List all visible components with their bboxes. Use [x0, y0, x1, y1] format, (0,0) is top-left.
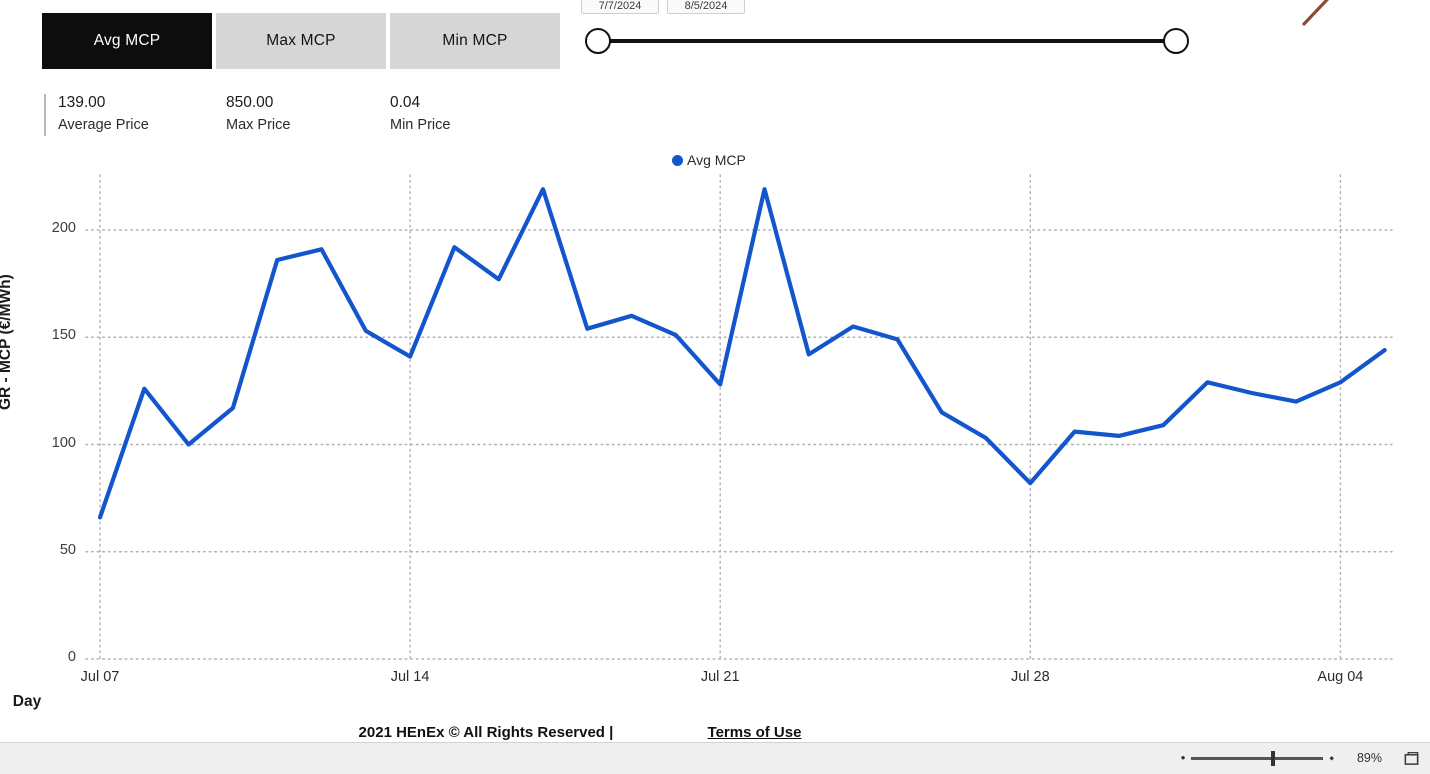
range-end-handle[interactable]: [1163, 28, 1189, 54]
y-axis-tick-label: 100: [51, 434, 76, 451]
page-footer: 2021 HEnEx © All Rights Reserved | Terms…: [0, 724, 1430, 741]
zoom-slider-handle[interactable]: [1270, 750, 1275, 766]
pen-cursor-artifact: [1302, 0, 1329, 26]
kpi-label: Max Price: [226, 117, 291, 133]
kpi-average-price: 139.00 Average Price: [44, 92, 212, 138]
restore-window-icon[interactable]: [1403, 750, 1420, 767]
x-axis-tick-label: Jul 28: [1010, 669, 1050, 685]
metric-tab-group: Avg MCP Max MCP Min MCP: [42, 13, 560, 69]
zoom-in-icon[interactable]: ⬩: [1329, 751, 1334, 764]
kpi-label: Average Price: [58, 117, 149, 133]
zoom-slider-track[interactable]: [1191, 750, 1324, 766]
y-axis-tick-label: 0: [67, 649, 76, 665]
kpi-max-price: 850.00 Max Price: [212, 92, 376, 138]
page-root: Avg MCP Max MCP Min MCP 7/7/2024 8/5/202…: [0, 0, 1430, 774]
x-axis-tick-label: Jul 07: [80, 669, 120, 685]
slider-track[interactable]: [599, 39, 1175, 43]
y-axis-tick-label: 50: [59, 541, 76, 558]
kpi-min-price: 0.04 Min Price: [376, 92, 536, 138]
zoom-percentage: 89%: [1356, 751, 1382, 765]
x-axis-tick-label: Aug 04: [1317, 669, 1364, 685]
footer-copyright: 2021 HEnEx © All Rights Reserved |: [358, 724, 618, 741]
tab-min-mcp[interactable]: Min MCP: [390, 13, 560, 69]
zoom-out-icon[interactable]: •: [1181, 751, 1186, 764]
x-axis-tick-label: Jul 14: [390, 669, 430, 685]
date-range-inputs: 7/7/2024 8/5/2024: [581, 0, 745, 14]
tab-avg-mcp[interactable]: Avg MCP: [42, 13, 212, 69]
y-axis-tick-label: 150: [51, 327, 76, 344]
mcp-line-chart: Avg MCP GR - MCP (€/MWh) 050100150200 Ju…: [0, 140, 1430, 720]
status-bar: • ⬩ 89%: [0, 742, 1430, 774]
kpi-row: 139.00 Average Price 850.00 Max Price 0.…: [44, 92, 536, 138]
kpi-label: Min Price: [390, 117, 451, 133]
y-axis-tick-label: 200: [51, 220, 76, 236]
date-to-input[interactable]: 8/5/2024: [667, 0, 745, 14]
terms-of-use-link[interactable]: Terms of Use: [708, 724, 802, 741]
zoom-slider[interactable]: • ⬩: [1181, 750, 1334, 766]
date-range-slider[interactable]: [585, 26, 1189, 58]
kpi-value: 850.00: [226, 94, 274, 111]
range-start-handle[interactable]: [585, 28, 611, 54]
kpi-value: 0.04: [390, 94, 421, 111]
kpi-value: 139.00: [58, 94, 106, 111]
x-axis-title-text: Day: [12, 693, 42, 710]
x-axis-tick-label: Jul 21: [700, 669, 740, 685]
date-from-input[interactable]: 7/7/2024: [581, 0, 659, 14]
chart-plot-area: [85, 174, 1393, 660]
tab-max-mcp[interactable]: Max MCP: [216, 13, 386, 69]
x-axis-title: Day: [0, 693, 1430, 711]
